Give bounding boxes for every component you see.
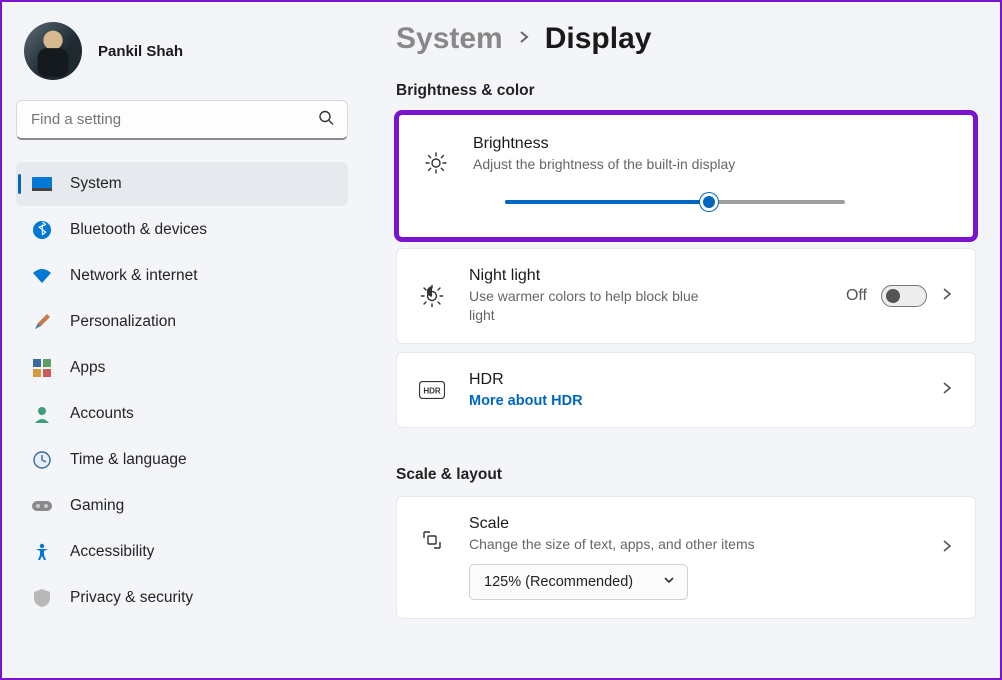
search-input[interactable] — [16, 100, 348, 140]
sidebar-item-accounts[interactable]: Accounts — [16, 392, 348, 436]
nav-label: Time & language — [70, 451, 187, 469]
night-light-icon — [419, 284, 445, 308]
sidebar-item-time-language[interactable]: Time & language — [16, 438, 348, 482]
paintbrush-icon — [32, 312, 52, 332]
section-title-brightness-color: Brightness & color — [396, 82, 976, 100]
sidebar-item-apps[interactable]: Apps — [16, 346, 348, 390]
nav-label: System — [70, 175, 122, 193]
page-title: Display — [545, 22, 652, 56]
nav-list: System Bluetooth & devices Network & int… — [16, 162, 348, 620]
sidebar-item-personalization[interactable]: Personalization — [16, 300, 348, 344]
avatar — [24, 22, 82, 80]
person-icon — [32, 404, 52, 424]
brightness-slider[interactable] — [505, 193, 845, 211]
brightness-title: Brightness — [473, 135, 953, 153]
gaming-icon — [32, 496, 52, 516]
brightness-sub: Adjust the brightness of the built-in di… — [473, 155, 953, 174]
chevron-right-icon — [941, 287, 953, 305]
hdr-card[interactable]: HDR HDR More about HDR — [396, 352, 976, 428]
system-icon — [32, 174, 52, 194]
scale-icon — [419, 529, 445, 551]
nav-label: Network & internet — [70, 267, 198, 285]
chevron-right-icon — [941, 381, 953, 399]
section-title-scale-layout: Scale & layout — [396, 466, 976, 484]
nav-label: Bluetooth & devices — [70, 221, 207, 239]
nav-label: Gaming — [70, 497, 124, 515]
sidebar: Pankil Shah System Bluetooth & devices — [2, 2, 362, 678]
nav-label: Accessibility — [70, 543, 154, 561]
brightness-card: Brightness Adjust the brightness of the … — [396, 112, 976, 240]
svg-text:HDR: HDR — [423, 386, 441, 395]
scale-card[interactable]: Scale Change the size of text, apps, and… — [396, 496, 976, 619]
nav-label: Personalization — [70, 313, 176, 331]
sidebar-item-privacy[interactable]: Privacy & security — [16, 576, 348, 620]
apps-icon — [32, 358, 52, 378]
hdr-title: HDR — [469, 371, 917, 389]
profile-name: Pankil Shah — [98, 43, 183, 60]
scale-selected-value: 125% (Recommended) — [484, 574, 633, 590]
nav-label: Apps — [70, 359, 105, 377]
chevron-right-icon — [941, 539, 953, 557]
scale-title: Scale — [469, 515, 917, 533]
nav-label: Accounts — [70, 405, 134, 423]
sidebar-item-network[interactable]: Network & internet — [16, 254, 348, 298]
breadcrumb-parent[interactable]: System — [396, 22, 503, 56]
sidebar-item-accessibility[interactable]: Accessibility — [16, 530, 348, 574]
search-container — [16, 100, 348, 140]
wifi-icon — [32, 266, 52, 286]
night-light-state: Off — [846, 287, 867, 305]
main-content: System Display Brightness & color Bright… — [362, 2, 1000, 678]
shield-icon — [32, 588, 52, 608]
sidebar-item-system[interactable]: System — [16, 162, 348, 206]
search-icon — [318, 110, 334, 131]
chevron-right-icon — [517, 30, 531, 49]
chevron-down-icon — [663, 574, 675, 590]
clock-globe-icon — [32, 450, 52, 470]
scale-select[interactable]: 125% (Recommended) — [469, 564, 688, 600]
night-light-sub: Use warmer colors to help block blue lig… — [469, 287, 709, 325]
night-light-card[interactable]: Night light Use warmer colors to help bl… — [396, 248, 976, 344]
sidebar-item-bluetooth[interactable]: Bluetooth & devices — [16, 208, 348, 252]
breadcrumb: System Display — [396, 22, 976, 56]
night-light-toggle[interactable] — [881, 285, 927, 307]
hdr-link[interactable]: More about HDR — [469, 393, 917, 409]
night-light-title: Night light — [469, 267, 822, 285]
sidebar-item-gaming[interactable]: Gaming — [16, 484, 348, 528]
hdr-icon: HDR — [419, 381, 445, 399]
nav-label: Privacy & security — [70, 589, 193, 607]
brightness-icon — [423, 151, 449, 175]
profile-header[interactable]: Pankil Shah — [16, 16, 348, 100]
accessibility-icon — [32, 542, 52, 562]
bluetooth-icon — [32, 220, 52, 240]
scale-sub: Change the size of text, apps, and other… — [469, 535, 917, 554]
